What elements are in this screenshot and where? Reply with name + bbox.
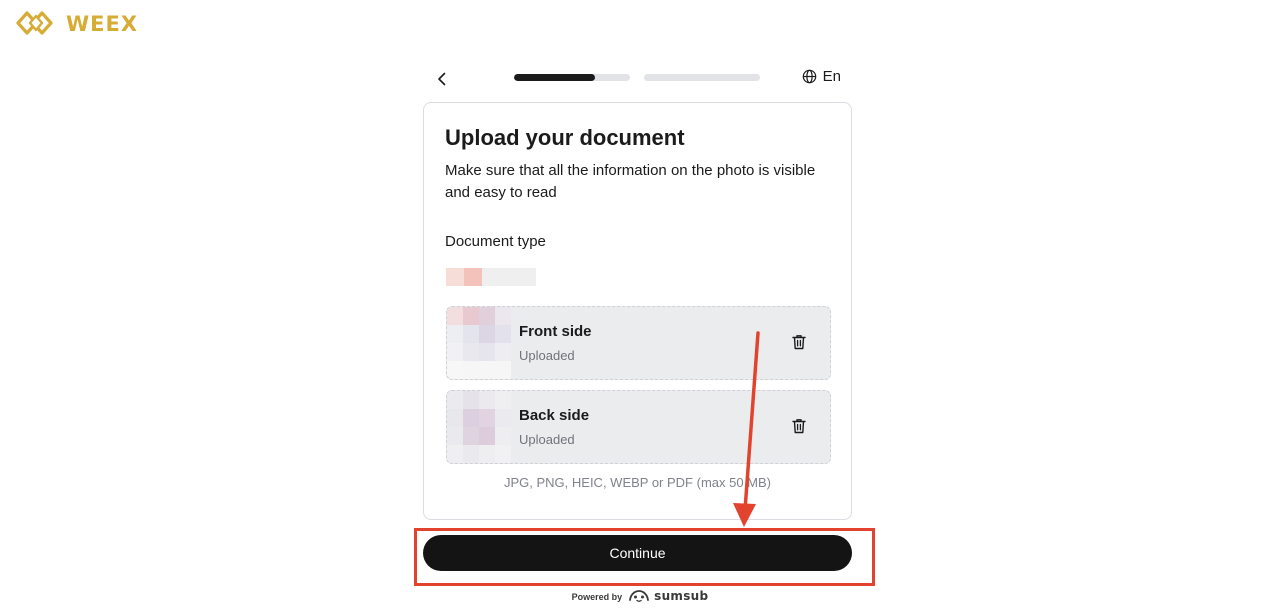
document-type-value-redacted — [446, 268, 536, 286]
weex-logo[interactable]: WEEX — [16, 10, 138, 36]
back-button[interactable] — [431, 68, 453, 90]
back-side-title: Back side — [519, 407, 590, 424]
globe-icon — [802, 69, 816, 84]
delete-front-side-button[interactable] — [792, 334, 810, 354]
document-type-label: Document type — [445, 233, 546, 250]
sumsub-name: sumsub — [654, 589, 709, 603]
powered-by-footer: Powered by sumsub — [0, 586, 1280, 606]
brand-name: WEEX — [66, 11, 139, 36]
delete-back-side-button[interactable] — [792, 418, 810, 438]
trash-icon — [792, 419, 806, 434]
continue-button[interactable]: Continue — [423, 535, 852, 571]
step-progress-1 — [514, 74, 630, 81]
upload-document-card: Upload your document Make sure that all … — [423, 102, 852, 520]
front-side-status: Uploaded — [519, 348, 575, 363]
back-side-thumbnail — [447, 391, 511, 463]
front-side-thumbnail — [447, 307, 511, 379]
powered-by-label: Powered by — [571, 592, 623, 602]
accepted-formats-note: JPG, PNG, HEIC, WEBP or PDF (max 50 MB) — [503, 475, 772, 490]
weex-logo-icon — [16, 11, 53, 35]
chevron-left-icon — [438, 72, 446, 86]
step-progress-2 — [644, 74, 760, 81]
back-side-status: Uploaded — [519, 432, 575, 447]
front-side-title: Front side — [519, 323, 592, 340]
step-header: En — [423, 62, 851, 94]
language-label: En — [822, 68, 841, 85]
sumsub-logo-icon — [629, 590, 650, 602]
language-selector[interactable]: En — [802, 68, 841, 85]
step-progress-1-fill — [514, 74, 596, 81]
trash-icon — [792, 335, 806, 350]
kyc-upload-page: WEEX En Upload your document Make sure t… — [0, 0, 1280, 615]
upload-row-back-side[interactable]: Back side Uploaded — [446, 390, 831, 464]
page-subtitle: Make sure that all the information on th… — [445, 162, 816, 201]
page-title: Upload your document — [445, 125, 685, 150]
sumsub-logo[interactable]: sumsub — [628, 589, 708, 603]
upload-row-front-side[interactable]: Front side Uploaded — [446, 306, 831, 380]
